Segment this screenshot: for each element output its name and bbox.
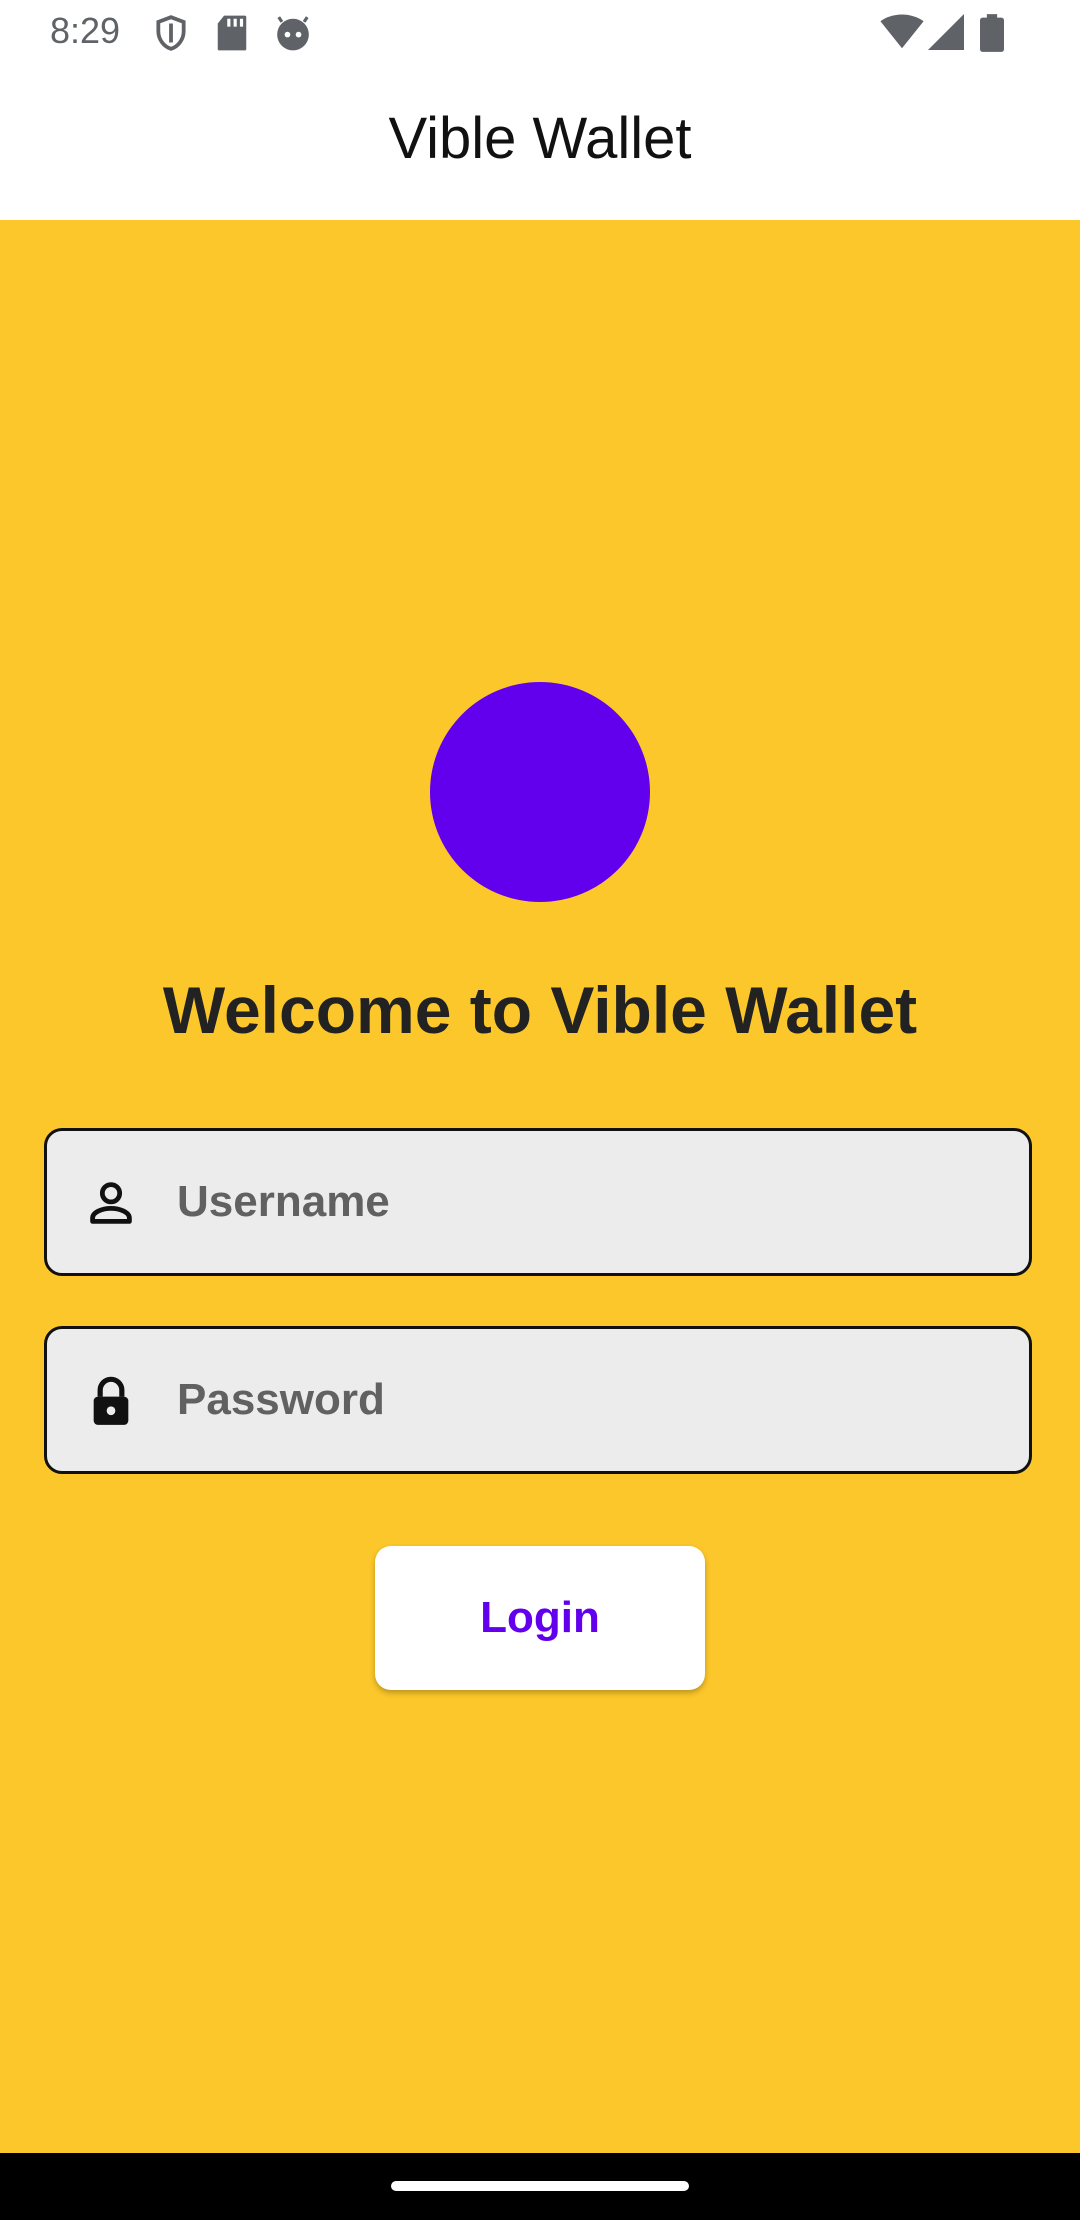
battery-icon	[980, 14, 1004, 52]
login-button[interactable]: Login	[375, 1546, 705, 1690]
home-indicator[interactable]	[391, 2181, 689, 2191]
status-time: 8:29	[50, 10, 121, 51]
password-field[interactable]	[44, 1326, 1032, 1474]
person-icon	[90, 1182, 132, 1224]
android-face-icon	[277, 16, 309, 51]
app-title: Vible Wallet	[388, 105, 692, 171]
password-input[interactable]	[177, 1329, 997, 1471]
username-input[interactable]	[177, 1131, 997, 1273]
lock-icon	[93, 1376, 129, 1425]
app-bar: Vible Wallet	[0, 64, 1080, 220]
welcome-heading: Welcome to Vible Wallet	[162, 973, 918, 1047]
username-field[interactable]	[44, 1128, 1032, 1276]
status-bar: 8:29	[0, 0, 1080, 64]
shield-icon	[156, 15, 186, 51]
login-screen: Welcome to Vible Wallet Login	[0, 220, 1080, 2153]
signal-icon	[928, 14, 964, 50]
navigation-bar	[0, 2153, 1080, 2220]
logo-circle	[430, 682, 650, 902]
wifi-icon	[880, 14, 924, 49]
sd-card-icon	[217, 15, 247, 51]
